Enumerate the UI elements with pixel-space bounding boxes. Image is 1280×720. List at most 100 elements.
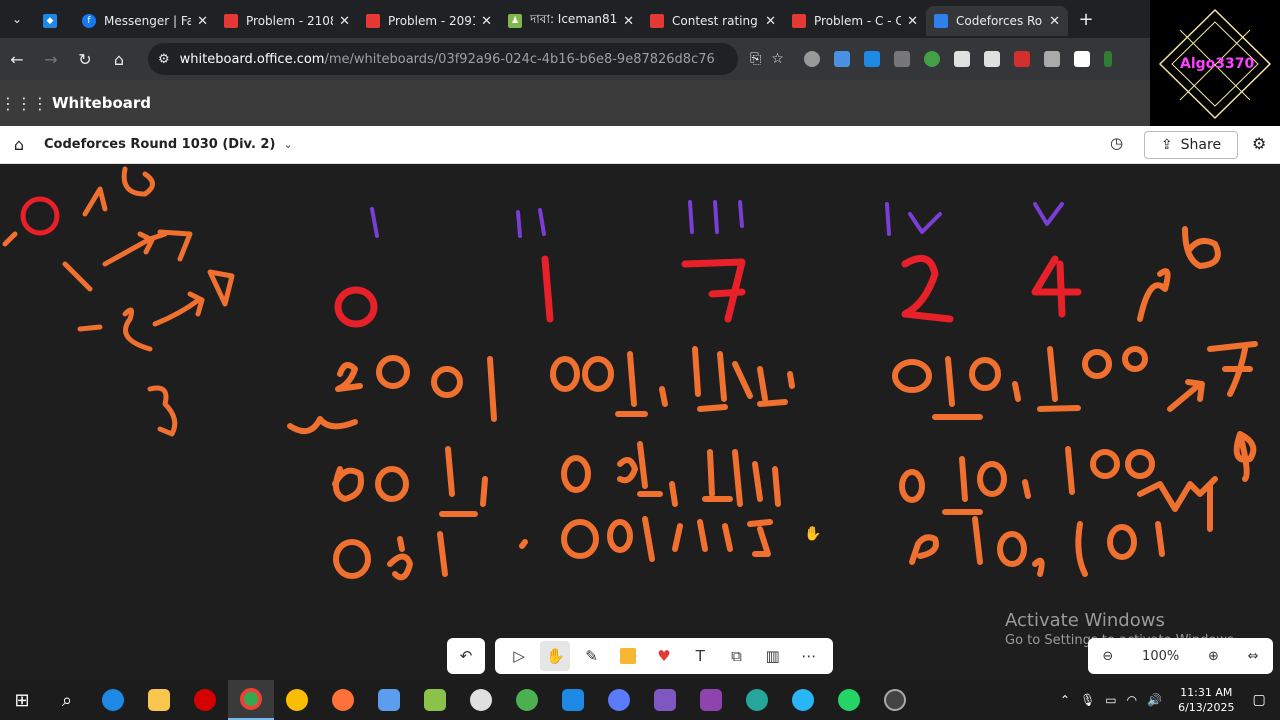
app-icon[interactable] [734,680,780,720]
extension-icon[interactable] [863,51,880,67]
file-explorer-icon[interactable] [136,680,182,720]
pointer-icon: ▷ [513,647,525,665]
close-icon[interactable]: ✕ [481,14,492,29]
chrome-icon[interactable] [228,680,274,720]
close-icon[interactable]: ✕ [339,14,350,29]
undo-button[interactable]: ↶ [447,638,485,674]
select-tool-button[interactable]: ▷ [504,641,534,671]
tab-label: Messenger | Fa [104,14,192,28]
close-icon[interactable]: ✕ [197,14,208,29]
tab-pinned-gem[interactable]: ◆ [34,6,74,36]
extension-icon[interactable] [983,51,1000,67]
whiteboard-canvas[interactable]: ✋ [0,164,1280,680]
taskbar-search-icon[interactable]: ⌕ [44,680,90,720]
fit-to-screen-icon[interactable]: ⇔ [1248,649,1259,664]
volume-icon[interactable]: 🔊 [1147,693,1162,707]
chevron-up-icon[interactable]: ⌃ [1060,693,1070,707]
extension-icon[interactable] [953,51,970,67]
extension-icon[interactable] [833,51,850,67]
bookmark-star-icon[interactable]: ☆ [771,51,784,67]
extension-icon[interactable] [803,51,820,67]
app-header: ⋮⋮⋮ Whiteboard [0,80,1150,126]
site-info-icon[interactable]: ⚙ [158,52,170,67]
zoom-level: 100% [1142,648,1180,664]
ink-drawing [2,166,1258,581]
back-arrow-icon[interactable]: ← [0,50,34,69]
opera-icon[interactable] [182,680,228,720]
tab-search-chevron-icon[interactable]: ⌄ [0,0,34,38]
templates-icon: ▥ [765,647,780,665]
screen-recorder-icon[interactable] [872,680,918,720]
tab-codeforces-whiteboard[interactable]: Codeforces Ro ✕ [926,6,1068,36]
facebook-icon: f [82,14,96,28]
extension-icon[interactable] [923,51,940,67]
clock[interactable]: 11:31 AM 6/13/2025 [1178,685,1234,715]
app-icon[interactable] [642,680,688,720]
sticky-note-button[interactable] [613,641,643,671]
zoom-out-icon[interactable]: ⊖ [1102,649,1113,664]
app-name: Whiteboard [52,94,152,112]
address-toolbar: ← → ↻ ⌂ ⚙ whiteboard.office.com/me/white… [0,38,1150,80]
chrome-dev-icon[interactable] [274,680,320,720]
whatsapp-icon[interactable] [826,680,872,720]
hand-cursor-icon: ✋ [804,526,822,542]
new-tab-button[interactable]: + [1068,9,1104,30]
shapes-tool-button[interactable]: ⧉ [721,641,751,671]
app-icon[interactable] [366,680,412,720]
zoom-in-icon[interactable]: ⊕ [1208,649,1219,664]
reactions-button[interactable]: ♥ [649,641,679,671]
pan-tool-button[interactable]: ✋ [540,641,571,671]
extension-icon[interactable] [1043,51,1060,67]
board-title[interactable]: Codeforces Round 1030 (Div. 2) [44,137,275,152]
tab-messenger[interactable]: f Messenger | Fa ✕ [74,6,216,36]
forward-arrow-icon[interactable]: → [34,50,68,69]
tab-problem-2091[interactable]: Problem - 2091 ✕ [358,6,500,36]
webcam-username: Algo3370 [1180,56,1255,72]
webstorm-icon[interactable] [550,680,596,720]
clock-time: 11:31 AM [1180,686,1233,699]
chevron-down-icon[interactable]: ⌄ [283,138,292,151]
notepad-icon[interactable] [412,680,458,720]
visual-studio-icon[interactable] [688,680,734,720]
windows-start-icon[interactable]: ⊞ [0,690,44,711]
close-icon[interactable]: ✕ [765,14,776,29]
tab-problem-2108[interactable]: Problem - 2108 ✕ [216,6,358,36]
edge-icon[interactable] [90,680,136,720]
app-icon[interactable] [504,680,550,720]
close-icon[interactable]: ✕ [1049,14,1060,29]
extension-icon[interactable] [1103,51,1112,67]
tab-problem-c[interactable]: Problem - C - C ✕ [784,6,926,36]
templates-button[interactable]: ▥ [758,641,788,671]
reload-icon[interactable]: ↻ [68,50,102,69]
tab-contest-rating[interactable]: Contest rating ✕ [642,6,784,36]
battery-icon[interactable]: ▭ [1105,693,1116,707]
extension-icon[interactable] [1073,51,1090,67]
home-icon[interactable]: ⌂ [102,50,136,69]
firefox-icon[interactable] [320,680,366,720]
gear-icon[interactable]: ⚙ [1252,134,1266,153]
extension-icon[interactable] [893,51,910,67]
undo-icon: ↶ [459,647,473,665]
more-options-button[interactable]: ⋯ [794,641,824,671]
home-icon[interactable]: ⌂ [0,135,38,154]
pen-tool-button[interactable]: ✎ [577,641,607,671]
app-icon[interactable] [458,680,504,720]
text-icon: T [695,647,705,665]
extension-icon[interactable] [1013,51,1030,67]
chess-pawn-icon: ♟ [508,14,522,28]
close-icon[interactable]: ✕ [907,14,918,29]
close-icon[interactable]: ✕ [623,14,634,29]
microphone-icon[interactable]: 🎙 [1080,693,1095,707]
telegram-icon[interactable] [780,680,826,720]
timer-icon[interactable]: ◷ [1110,134,1123,152]
tab-chess[interactable]: ♟ দাবা: Iceman81 ✕ [500,6,642,36]
url-omnibox[interactable]: ⚙ whiteboard.office.com/me/whiteboards/0… [148,43,738,75]
app-icon[interactable] [596,680,642,720]
app-launcher-icon[interactable]: ⋮⋮⋮ [0,94,48,113]
install-app-icon[interactable]: ⎘ [750,51,761,67]
share-button[interactable]: ⇪ Share [1144,131,1238,159]
whiteboard-title-bar: ⌂ Codeforces Round 1030 (Div. 2) ⌄ ◷ ⇪ S… [0,126,1280,164]
text-tool-button[interactable]: T [685,641,715,671]
notification-icon[interactable]: ▢ [1252,692,1265,708]
wifi-icon[interactable]: ◠ [1127,693,1137,707]
